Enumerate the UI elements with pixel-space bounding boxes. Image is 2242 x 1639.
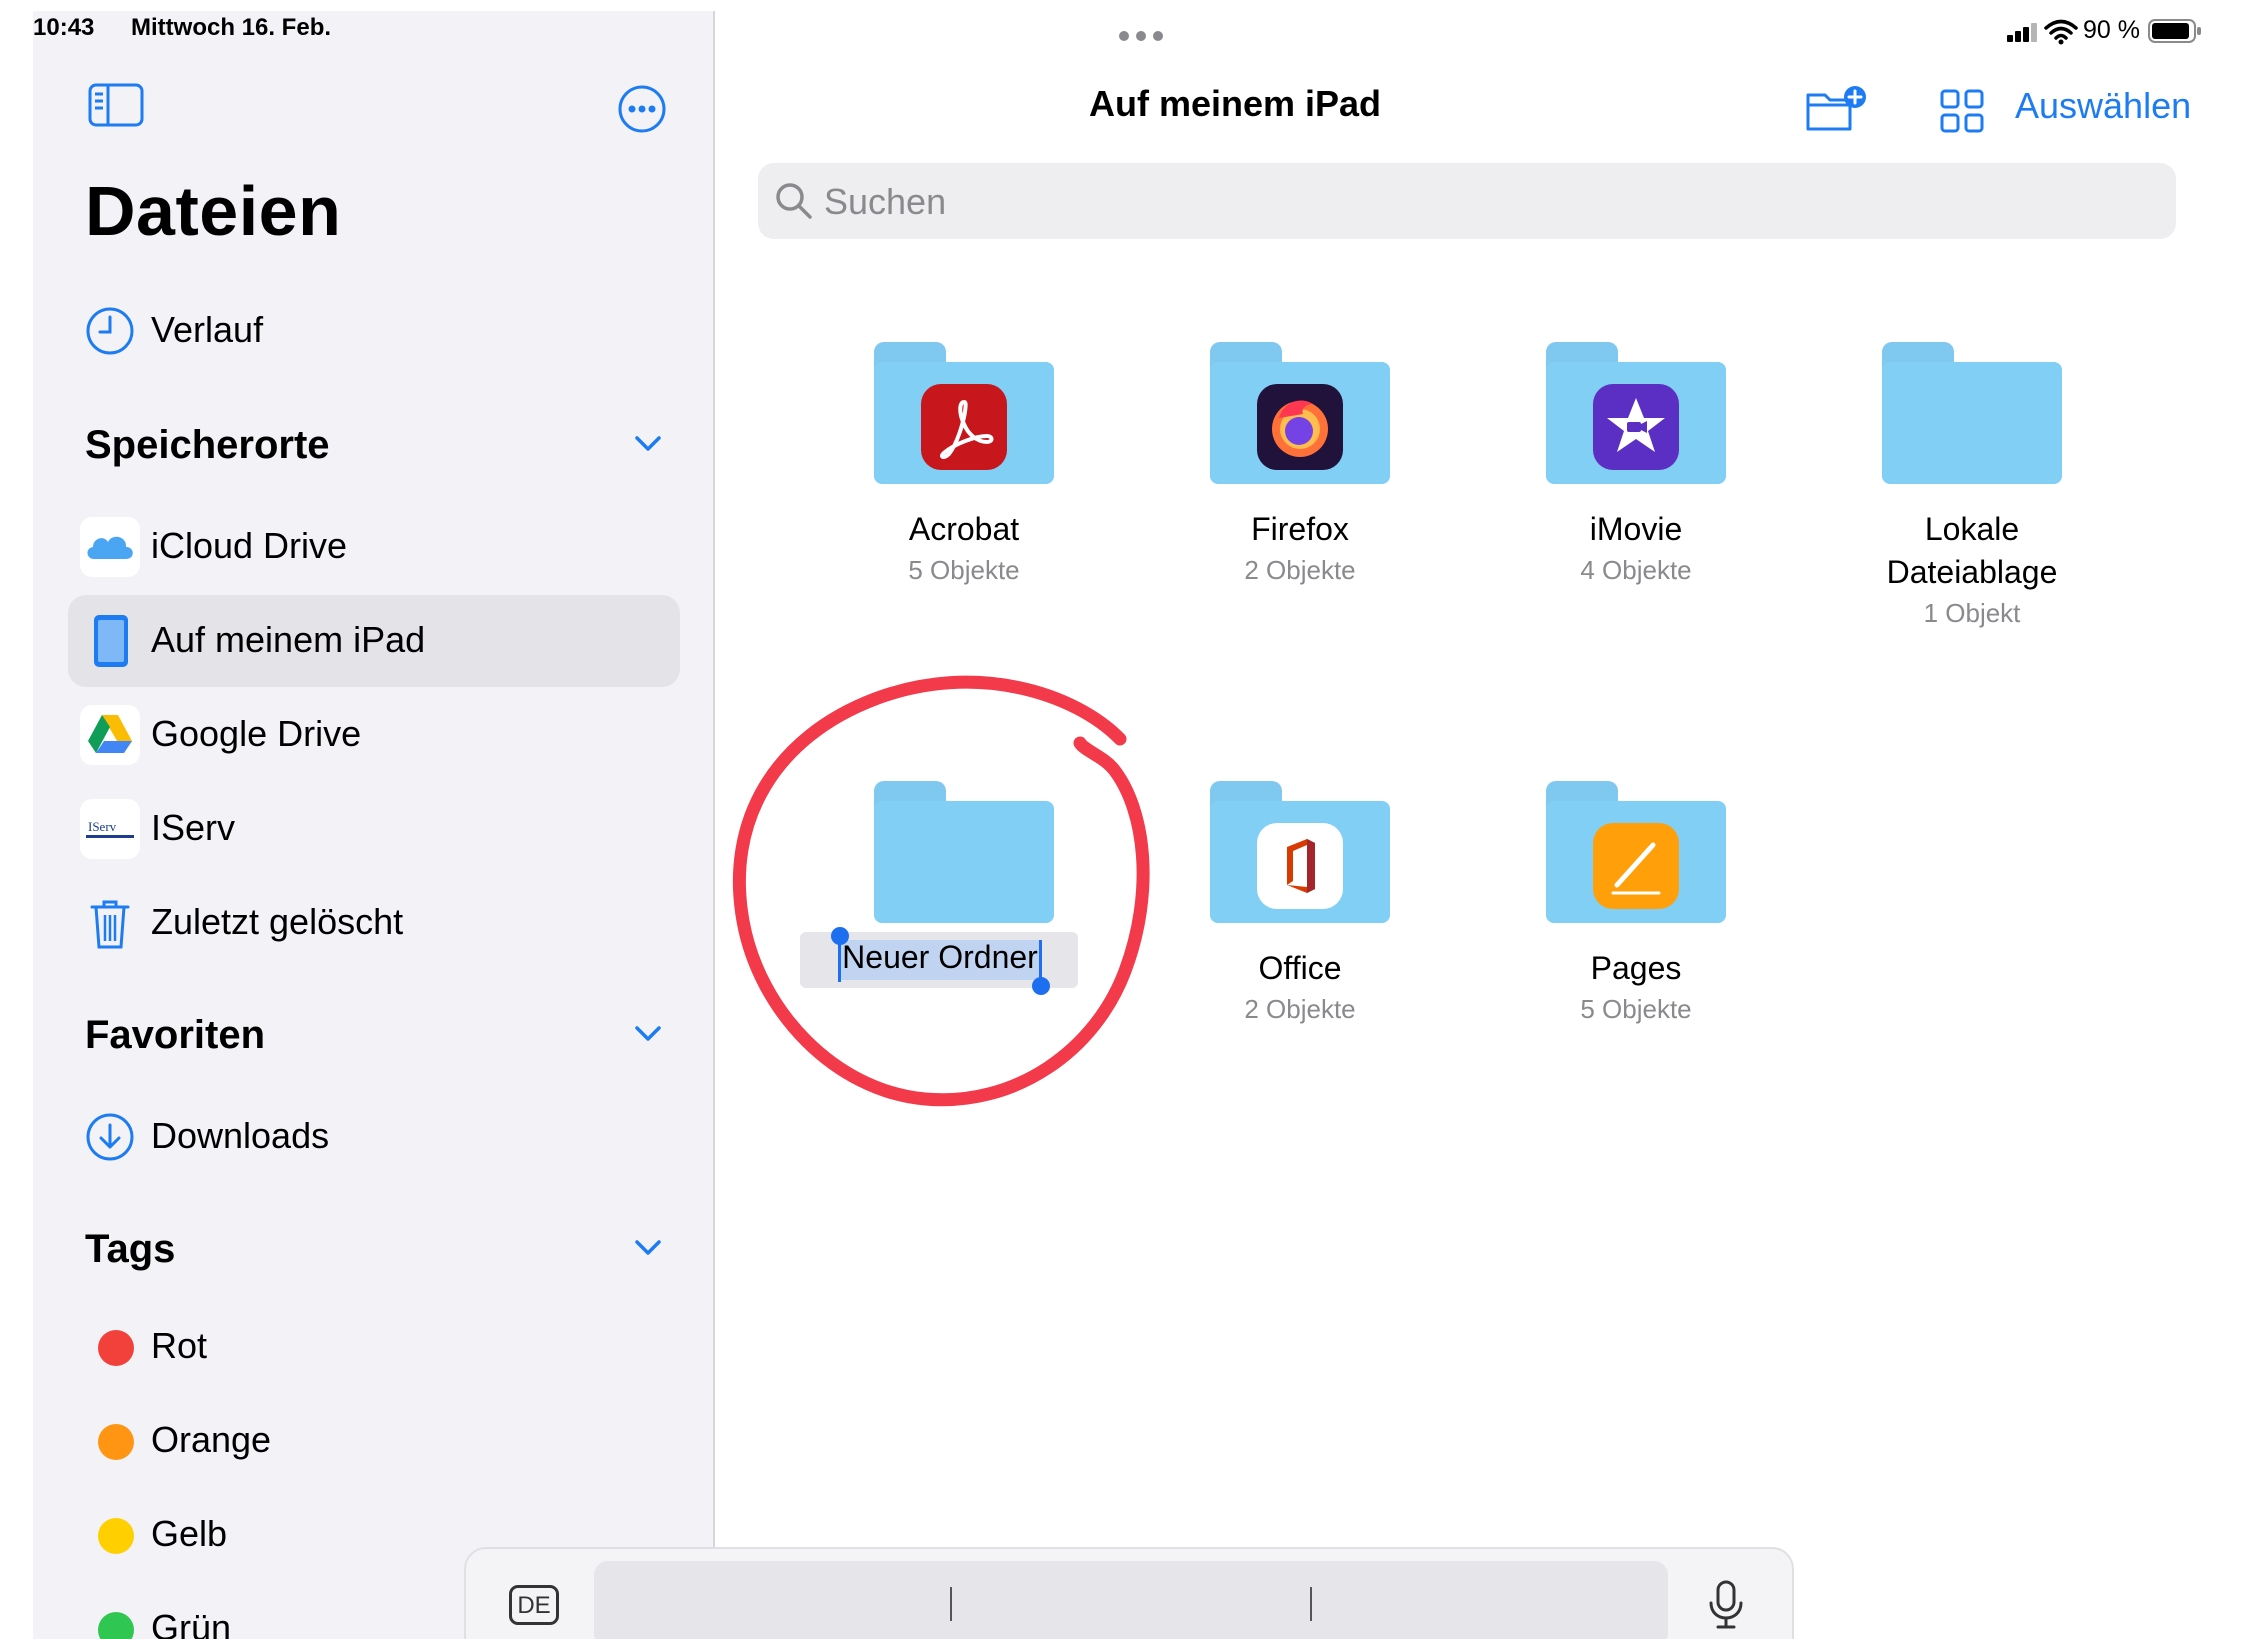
grid-view-icon[interactable]: [1939, 88, 1985, 134]
tag-dot-icon: [98, 1518, 134, 1554]
pages-icon: [1593, 823, 1679, 909]
language-label: DE: [517, 1592, 551, 1619]
predictive-text-bar[interactable]: [594, 1561, 1668, 1639]
sidebar-item-label: Google Drive: [151, 713, 362, 754]
sidebar-item-label: IServ: [151, 807, 236, 848]
sidebar-item-label: Zuletzt gelöscht: [151, 901, 404, 942]
sidebar-item-tag-orange[interactable]: Orange: [68, 1395, 680, 1487]
sidebar-item-tag-red[interactable]: Rot: [68, 1301, 680, 1393]
sidebar-item-recently-deleted[interactable]: Zuletzt gelöscht: [68, 877, 680, 969]
select-button[interactable]: Auswählen: [2015, 85, 2191, 127]
folder-name-line2: Dateiablage: [1886, 554, 2058, 590]
cellular-signal-icon: [2005, 21, 2041, 43]
icloud-icon: [80, 517, 140, 577]
office-icon: [1257, 823, 1343, 909]
folder-item-count: 5 Objekte: [908, 555, 1020, 585]
folder-acrobat[interactable]: [874, 342, 1054, 484]
sidebar-item-label: iCloud Drive: [151, 525, 348, 566]
language-switch-icon[interactable]: DE: [509, 1585, 559, 1625]
sidebar-item-downloads[interactable]: Downloads: [68, 1091, 680, 1183]
folder-firefox[interactable]: [1210, 342, 1390, 484]
sidebar-item-label: Rot: [151, 1325, 208, 1366]
iserv-logo-text: IServ: [88, 819, 117, 834]
folder-name: Pages: [1590, 950, 1682, 986]
folder-item-count: 5 Objekte: [1580, 994, 1692, 1024]
new-folder-icon[interactable]: [1805, 85, 1867, 135]
iserv-icon: IServ: [80, 799, 140, 859]
tag-dot-icon: [98, 1424, 134, 1460]
search-placeholder: Suchen: [824, 181, 947, 222]
sidebar-item-label: Auf meinem iPad: [151, 619, 426, 660]
wifi-icon: [2043, 19, 2079, 45]
page-title: Auf meinem iPad: [1088, 83, 1382, 124]
acrobat-icon: [921, 384, 1007, 470]
sidebar-item-label: Grün: [151, 1607, 232, 1639]
search-icon: [774, 181, 814, 221]
battery-percentage: 90 %: [2083, 16, 2140, 44]
sidebar-item-recents[interactable]: Verlauf: [68, 285, 680, 377]
sidebar-item-label: Downloads: [151, 1115, 330, 1156]
section-header-locations: Speicherorte: [85, 423, 330, 467]
suggestion-divider: [1310, 1587, 1312, 1621]
section-header-tags: Tags: [85, 1227, 176, 1271]
more-icon[interactable]: [617, 84, 667, 134]
firefox-icon: [1257, 384, 1343, 470]
trash-icon: [80, 893, 140, 953]
ipad-icon: [80, 611, 140, 671]
suggestion-divider: [950, 1587, 952, 1621]
folder-office[interactable]: [1210, 781, 1390, 923]
keyboard-shortcut-bar: DE: [464, 1547, 1794, 1639]
clock-icon: [80, 301, 140, 361]
sidebar-item-on-my-ipad[interactable]: Auf meinem iPad: [68, 595, 680, 687]
sidebar-item-iserv[interactable]: IServ IServ: [68, 783, 680, 875]
sidebar-item-label: Gelb: [151, 1513, 228, 1554]
status-time: 10:43: [33, 14, 95, 41]
chevron-down-icon[interactable]: [633, 1018, 663, 1048]
sidebar-title: Dateien: [85, 172, 342, 250]
multitasking-icon[interactable]: [1117, 29, 1165, 43]
download-icon: [80, 1107, 140, 1167]
section-header-favorites: Favoriten: [85, 1013, 266, 1057]
main-content: 90 % Auf meinem iPad Auswählen Suchen Ac…: [715, 11, 2242, 1639]
status-date: Mittwoch 16. Feb.: [131, 14, 332, 41]
sidebar-item-icloud-drive[interactable]: iCloud Drive: [68, 501, 680, 593]
folder-item-count: 4 Objekte: [1580, 555, 1692, 585]
tag-dot-icon: [98, 1330, 134, 1366]
folder-imovie[interactable]: [1546, 342, 1726, 484]
tag-dot-icon: [98, 1612, 134, 1639]
sidebar-item-label: Orange: [151, 1419, 272, 1460]
chevron-down-icon[interactable]: [633, 1232, 663, 1262]
folder-pages[interactable]: [1546, 781, 1726, 923]
sidebar-item-google-drive[interactable]: Google Drive: [68, 689, 680, 781]
ipad-screen: 10:43 Mittwoch 16. Feb. Dateien Verlauf …: [33, 11, 2242, 1639]
google-drive-icon: [80, 705, 140, 765]
sidebar: 10:43 Mittwoch 16. Feb. Dateien Verlauf …: [33, 11, 715, 1639]
folder-name: Acrobat: [908, 511, 1020, 547]
folder-name-line1: Lokale: [1924, 511, 2020, 547]
annotation-circle: [732, 675, 1150, 1107]
battery-icon: [2147, 18, 2203, 44]
folder-item-count: 1 Objekt: [1923, 598, 2021, 628]
sidebar-toggle-icon[interactable]: [88, 83, 144, 127]
folder-local-storage[interactable]: [1882, 342, 2062, 484]
chevron-down-icon[interactable]: [633, 428, 663, 458]
search-field[interactable]: Suchen: [758, 163, 2176, 239]
imovie-icon: [1593, 384, 1679, 470]
folder-item-count: 2 Objekte: [1244, 555, 1356, 585]
microphone-icon[interactable]: [1706, 1579, 1746, 1631]
folder-name: Firefox: [1251, 511, 1349, 547]
sidebar-item-label: Verlauf: [151, 309, 264, 350]
folder-name: iMovie: [1589, 511, 1683, 547]
